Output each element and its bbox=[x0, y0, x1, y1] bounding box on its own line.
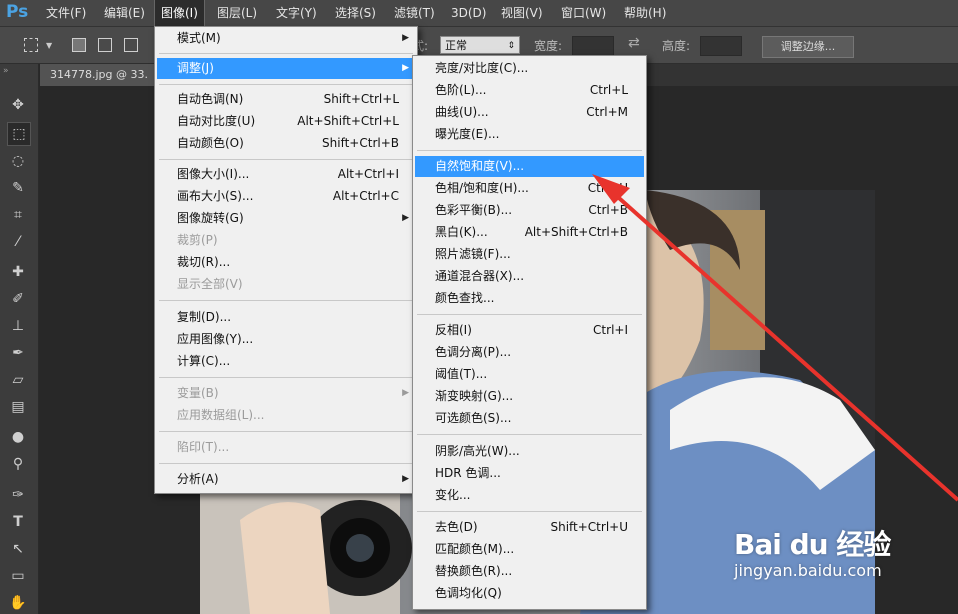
annotation-arrow-line bbox=[608, 188, 958, 502]
baidu-watermark: Bai du 经验 jingyan.baidu.com bbox=[734, 523, 891, 580]
annotation-arrow-head bbox=[592, 174, 630, 204]
watermark-url: jingyan.baidu.com bbox=[734, 561, 882, 580]
watermark-brand: Bai du 经验 bbox=[734, 528, 891, 561]
annotation-arrow bbox=[592, 174, 958, 502]
